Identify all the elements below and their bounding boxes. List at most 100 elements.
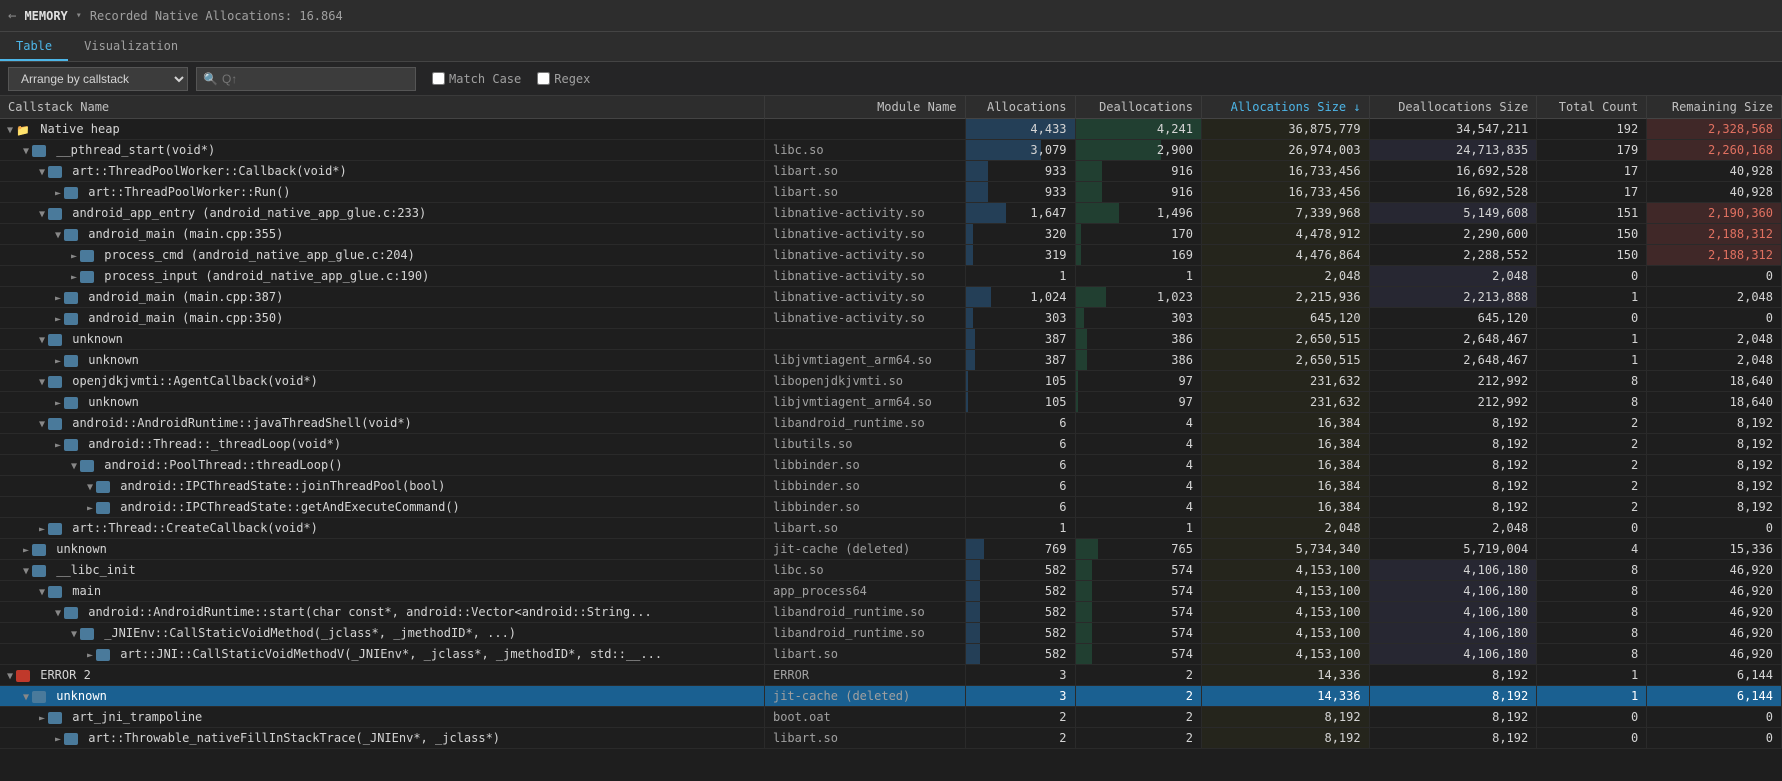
- func-icon: [48, 166, 62, 178]
- regex-checkbox[interactable]: [537, 72, 550, 85]
- expand-icon[interactable]: ►: [36, 713, 48, 724]
- expand-icon[interactable]: ►: [68, 272, 80, 283]
- expand-icon[interactable]: ▼: [68, 461, 80, 472]
- cell-module: libnative-activity.so: [764, 266, 965, 287]
- table-row[interactable]: ► art_jni_trampolineboot.oat228,1928,192…: [0, 707, 1782, 728]
- table-row[interactable]: ▼📁 Native heap4,4334,24136,875,77934,547…: [0, 119, 1782, 140]
- cell-alloc: 582: [965, 560, 1075, 581]
- cell-callstack: ▼ unknown: [0, 329, 764, 350]
- table-row[interactable]: ► process_input (android_native_app_glue…: [0, 266, 1782, 287]
- cell-dealloc: 765: [1075, 539, 1201, 560]
- expand-icon[interactable]: ▼: [36, 167, 48, 178]
- cell-total: 8: [1537, 602, 1647, 623]
- match-case-checkbox[interactable]: [432, 72, 445, 85]
- regex-label[interactable]: Regex: [537, 72, 590, 86]
- expand-icon[interactable]: ▼: [52, 608, 64, 619]
- table-row[interactable]: ▼ _JNIEnv::CallStaticVoidMethod(_jclass*…: [0, 623, 1782, 644]
- expand-icon[interactable]: ▼: [4, 671, 16, 682]
- table-row[interactable]: ▼ __libc_initlibc.so5825744,153,1004,106…: [0, 560, 1782, 581]
- arrange-select[interactable]: Arrange by callstack Arrange by allocati…: [8, 67, 188, 91]
- back-button[interactable]: ←: [8, 8, 16, 24]
- app-dropdown[interactable]: ▾: [76, 10, 82, 21]
- table-row[interactable]: ▼ openjdkjvmti::AgentCallback(void*)libo…: [0, 371, 1782, 392]
- table-row[interactable]: ► android::Thread::_threadLoop(void*)lib…: [0, 434, 1782, 455]
- table-row[interactable]: ▼ android_app_entry (android_native_app_…: [0, 203, 1782, 224]
- expand-icon[interactable]: ►: [84, 503, 96, 514]
- col-header-dealloc-size[interactable]: Deallocations Size: [1369, 96, 1537, 119]
- table-row[interactable]: ▼ android::AndroidRuntime::javaThreadShe…: [0, 413, 1782, 434]
- col-header-total[interactable]: Total Count: [1537, 96, 1647, 119]
- expand-icon[interactable]: ►: [52, 293, 64, 304]
- table-row[interactable]: ► android_main (main.cpp:350)libnative-a…: [0, 308, 1782, 329]
- tab-table[interactable]: Table: [0, 32, 68, 61]
- table-row[interactable]: ▼ android::AndroidRuntime::start(char co…: [0, 602, 1782, 623]
- expand-icon[interactable]: ▼: [36, 377, 48, 388]
- table-row[interactable]: ▼ android::PoolThread::threadLoop()libbi…: [0, 455, 1782, 476]
- match-case-label[interactable]: Match Case: [432, 72, 521, 86]
- expand-icon[interactable]: ▼: [20, 566, 32, 577]
- expand-icon[interactable]: ►: [52, 314, 64, 325]
- table-row[interactable]: ► art::Throwable_nativeFillInStackTrace(…: [0, 728, 1782, 749]
- cell-alloc: 1: [965, 266, 1075, 287]
- table-row[interactable]: ▼ ERROR 2ERROR3214,3368,19216,144: [0, 665, 1782, 686]
- expand-icon[interactable]: ▼: [20, 146, 32, 157]
- cell-dealloc-size: 8,192: [1369, 497, 1537, 518]
- cell-remaining: 2,048: [1647, 287, 1782, 308]
- col-header-alloc-size[interactable]: Allocations Size ↓: [1201, 96, 1369, 119]
- table-row[interactable]: ► unknownlibjvmtiagent_arm64.so3873862,6…: [0, 350, 1782, 371]
- expand-icon[interactable]: ▼: [36, 419, 48, 430]
- col-header-remaining[interactable]: Remaining Size: [1647, 96, 1782, 119]
- table-row[interactable]: ► art::JNI::CallStaticVoidMethodV(_JNIEn…: [0, 644, 1782, 665]
- expand-icon[interactable]: ►: [52, 356, 64, 367]
- col-header-module[interactable]: Module Name: [764, 96, 965, 119]
- expand-icon[interactable]: ►: [52, 440, 64, 451]
- col-header-dealloc[interactable]: Deallocations: [1075, 96, 1201, 119]
- dealloc-value: 4: [1076, 434, 1201, 454]
- table-row[interactable]: ► art::ThreadPoolWorker::Run()libart.so9…: [0, 182, 1782, 203]
- expand-icon[interactable]: ▼: [36, 587, 48, 598]
- table-row[interactable]: ▼ unknownjit-cache (deleted)3214,3368,19…: [0, 686, 1782, 707]
- expand-icon[interactable]: ▼: [20, 692, 32, 703]
- table-row[interactable]: ▼ __pthread_start(void*)libc.so3,0792,90…: [0, 140, 1782, 161]
- cell-dealloc: 2: [1075, 686, 1201, 707]
- table-row[interactable]: ▼ unknown3873862,650,5152,648,46712,048: [0, 329, 1782, 350]
- table-row[interactable]: ► unknownjit-cache (deleted)7697655,734,…: [0, 539, 1782, 560]
- table-row[interactable]: ▼ art::ThreadPoolWorker::Callback(void*)…: [0, 161, 1782, 182]
- search-input[interactable]: [222, 72, 402, 86]
- expand-icon[interactable]: ►: [36, 524, 48, 535]
- table-row[interactable]: ► art::Thread::CreateCallback(void*)liba…: [0, 518, 1782, 539]
- tab-visualization[interactable]: Visualization: [68, 32, 194, 61]
- expand-icon[interactable]: ►: [20, 545, 32, 556]
- cell-module: libbinder.so: [764, 455, 965, 476]
- expand-icon[interactable]: ▼: [52, 230, 64, 241]
- app-title: MEMORY: [24, 9, 67, 23]
- table-row[interactable]: ► process_cmd (android_native_app_glue.c…: [0, 245, 1782, 266]
- expand-icon[interactable]: ▼: [36, 335, 48, 346]
- table-row[interactable]: ► android::IPCThreadState::getAndExecute…: [0, 497, 1782, 518]
- table-row[interactable]: ► unknownlibjvmtiagent_arm64.so10597231,…: [0, 392, 1782, 413]
- expand-icon[interactable]: ▼: [4, 125, 16, 136]
- table-row[interactable]: ▼ android_main (main.cpp:355)libnative-a…: [0, 224, 1782, 245]
- col-header-callstack[interactable]: Callstack Name: [0, 96, 764, 119]
- expand-icon[interactable]: ►: [68, 251, 80, 262]
- expand-icon[interactable]: ▼: [84, 482, 96, 493]
- cell-dealloc: 303: [1075, 308, 1201, 329]
- table-row[interactable]: ▼ android::IPCThreadState::joinThreadPoo…: [0, 476, 1782, 497]
- expand-icon[interactable]: ►: [84, 650, 96, 661]
- cell-module: libnative-activity.so: [764, 245, 965, 266]
- col-header-alloc[interactable]: Allocations: [965, 96, 1075, 119]
- expand-icon[interactable]: ▼: [68, 629, 80, 640]
- cell-dealloc: 97: [1075, 392, 1201, 413]
- expand-icon[interactable]: ►: [52, 734, 64, 745]
- cell-remaining: 40,928: [1647, 182, 1782, 203]
- cell-alloc-size: 36,875,779: [1201, 119, 1369, 140]
- dealloc-value: 97: [1076, 392, 1201, 412]
- cell-alloc-size: 16,384: [1201, 413, 1369, 434]
- dealloc-value: 4: [1076, 455, 1201, 475]
- dealloc-value: 1,496: [1076, 203, 1201, 223]
- table-row[interactable]: ▼ mainapp_process645825744,153,1004,106,…: [0, 581, 1782, 602]
- expand-icon[interactable]: ▼: [36, 209, 48, 220]
- expand-icon[interactable]: ►: [52, 398, 64, 409]
- table-row[interactable]: ► android_main (main.cpp:387)libnative-a…: [0, 287, 1782, 308]
- expand-icon[interactable]: ►: [52, 188, 64, 199]
